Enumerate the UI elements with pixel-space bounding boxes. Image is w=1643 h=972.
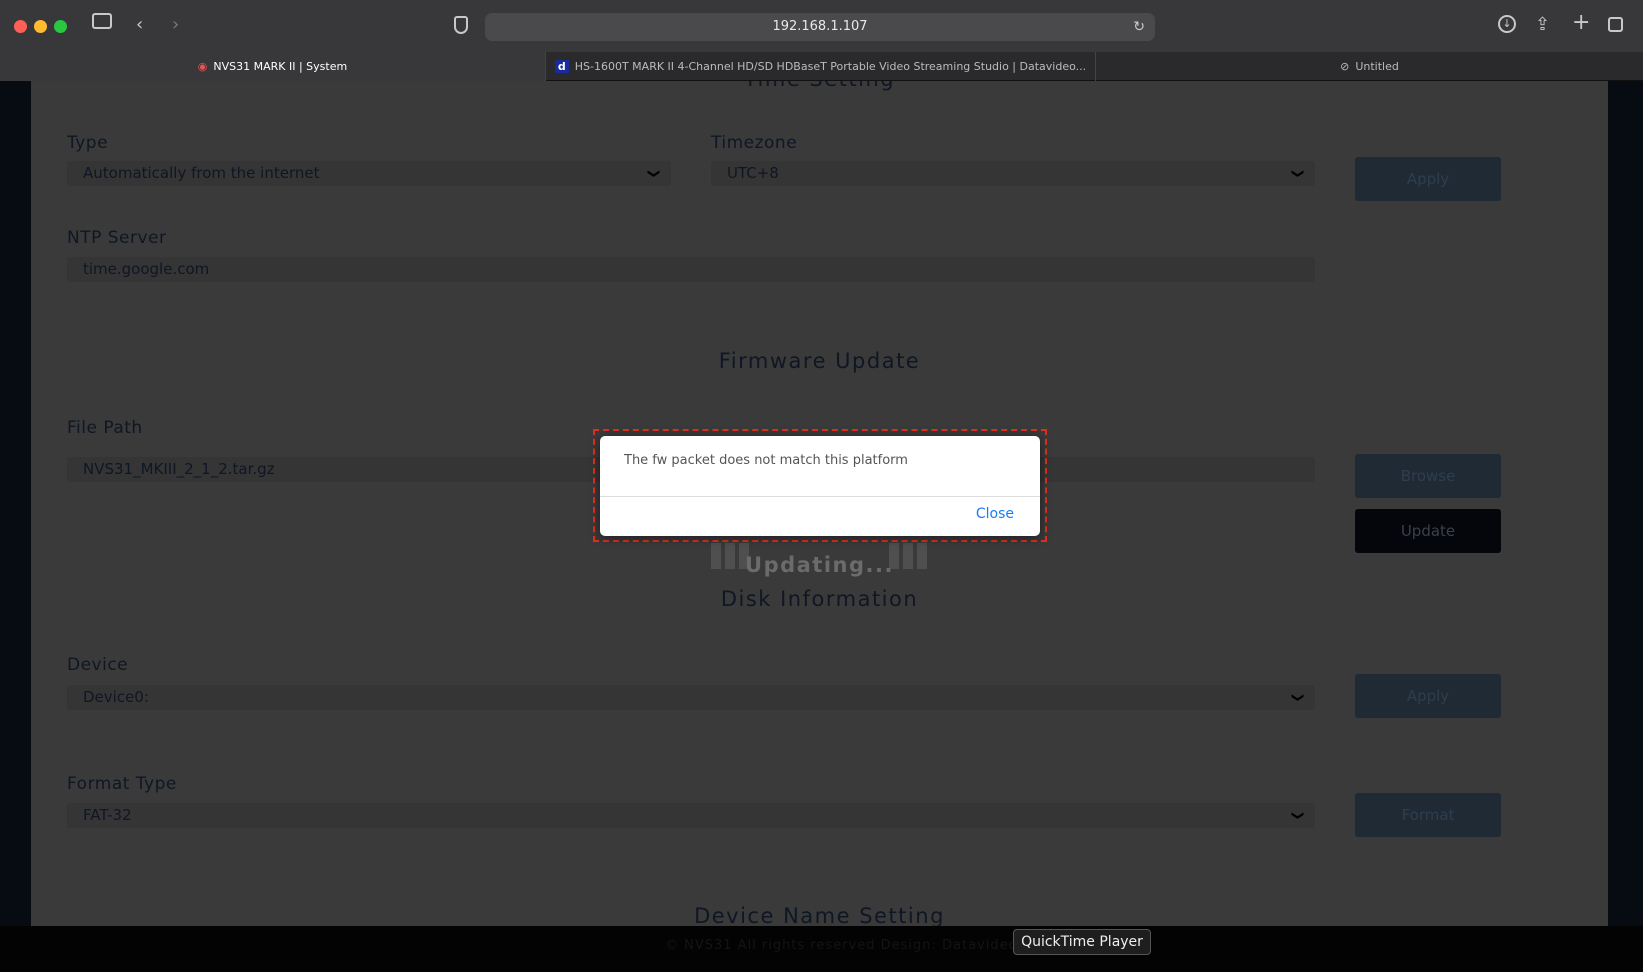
updating-status: Updating... [745,553,894,577]
back-icon[interactable]: ‹ [136,14,143,35]
tab-label: NVS31 MARK II | System [213,60,348,73]
device-name-setting-title: Device Name Setting [694,904,945,926]
tab-nvs31-system[interactable]: ◉ NVS31 MARK II | System [0,52,545,81]
file-path-label: File Path [67,418,143,438]
device-select[interactable]: Device0: ❯ [67,685,1315,710]
share-icon[interactable]: ⇪ [1535,14,1550,35]
close-window-button[interactable] [14,20,27,33]
reload-icon[interactable]: ↻ [1133,13,1145,41]
downloads-icon[interactable]: ↓ [1498,15,1516,33]
device-value: Device0: [83,688,149,706]
site-favicon-icon: ◉ [197,60,208,73]
format-button[interactable]: Format [1355,793,1501,837]
timezone-value: UTC+8 [727,164,779,182]
address-bar[interactable]: 192.168.1.107 ↻ [485,13,1155,41]
datavideo-favicon-icon: d [554,60,569,73]
tab-bar: ◉ NVS31 MARK II | System d HS-1600T MARK I… [0,52,1643,81]
chevron-down-icon: ❯ [1291,810,1306,821]
forward-icon[interactable]: › [172,14,179,35]
footer: © NVS31 All rights reserved Design: Data… [0,926,1643,972]
type-label: Type [67,133,109,153]
format-type-value: FAT-32 [83,806,132,824]
tab-untitled[interactable]: ⊘ Untitled [1095,52,1643,81]
shield-icon[interactable] [454,16,468,34]
disk-information-title: Disk Information [720,587,919,611]
type-select[interactable]: Automatically from the internet ❯ [67,161,671,186]
disk-apply-button[interactable]: Apply [1355,674,1501,718]
minimize-window-button[interactable] [34,20,47,33]
copyright-text: © NVS31 All rights reserved Design: Data… [665,938,1018,953]
zoom-window-button[interactable] [54,20,67,33]
time-apply-button[interactable]: Apply [1355,157,1501,201]
dock-tooltip: QuickTime Player [1013,929,1151,955]
type-value: Automatically from the internet [83,164,320,182]
new-tab-icon[interactable]: + [1572,10,1590,35]
time-setting-title: Time Setting [31,81,1608,91]
url-text: 192.168.1.107 [772,19,868,34]
format-type-select[interactable]: FAT-32 ❯ [67,803,1315,828]
ntp-server-input[interactable]: time.google.com [67,257,1315,282]
close-button[interactable]: Close [976,506,1014,522]
compass-icon: ⊘ [1340,60,1350,73]
divider [600,496,1040,497]
timezone-select[interactable]: UTC+8 ❯ [711,161,1315,186]
chevron-down-icon: ❯ [1291,168,1306,179]
chevron-down-icon: ❯ [1291,692,1306,703]
tab-datavideo[interactable]: d HS-1600T MARK II 4-Channel HD/SD HDBase… [545,52,1095,81]
tab-label: HS-1600T MARK II 4-Channel HD/SD HDBaseT… [574,60,1087,73]
device-label: Device [67,655,129,675]
sidebar-icon[interactable] [92,13,112,29]
alert-message: The fw packet does not match this platfo… [624,453,908,468]
timezone-label: Timezone [711,133,798,153]
update-button[interactable]: Update [1355,509,1501,553]
format-type-label: Format Type [67,774,177,794]
tab-label: Untitled [1355,60,1399,73]
alert-dialog: The fw packet does not match this platfo… [600,436,1040,536]
tab-overview-icon[interactable] [1608,17,1623,32]
firmware-update-title: Firmware Update [718,349,921,373]
browser-toolbar: ‹ › 192.168.1.107 ↻ ↓ ⇪ + [0,0,1643,52]
browse-button[interactable]: Browse [1355,454,1501,498]
ntp-server-label: NTP Server [67,228,167,248]
chevron-down-icon: ❯ [647,168,662,179]
